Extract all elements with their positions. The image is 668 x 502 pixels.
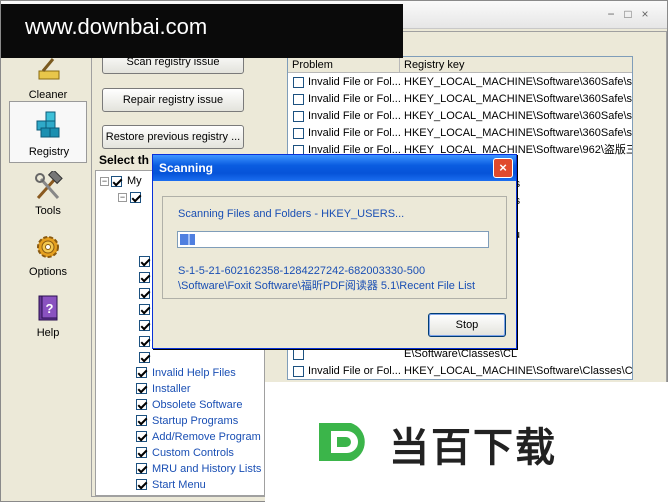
registry-cubes-icon [36,111,60,138]
tree-checkbox[interactable] [139,336,150,347]
close-icon[interactable]: × [638,7,652,21]
tree-collapse-icon[interactable]: − [100,177,109,186]
tree-checkbox[interactable] [136,399,147,410]
sidebar: Cleaner Registry Tools Options ? Help [5,31,91,497]
app-window: − □ × Cleaner Registry Tools Options ? H… [0,0,668,502]
tree-checkbox[interactable] [139,320,150,331]
minimize-icon[interactable]: − [604,7,618,21]
tree-item-label: Obsolete Software [152,399,243,411]
tree-checkbox[interactable] [139,272,150,283]
select-heading: Select th [99,153,150,167]
gear-icon [37,236,59,258]
scan-progress-bar [177,231,489,248]
svg-text:?: ? [46,301,54,316]
table-row[interactable]: Invalid File or Fol... HKEY_LOCAL_MACHINE… [288,125,633,142]
hammer-wrench-icon [35,171,63,200]
sidebar-item-tools[interactable]: Tools [9,165,87,221]
sidebar-item-label: Cleaner [28,89,68,101]
watermark-text: www.downbai.com [25,14,208,39]
tree-collapse-icon[interactable]: − [118,193,127,202]
watermark-banner: www.downbai.com [1,4,403,58]
sidebar-item-label: Options [29,266,67,278]
tree-checkbox[interactable] [139,352,150,363]
stop-button[interactable]: Stop [428,313,506,337]
row-checkbox[interactable] [293,94,304,105]
sidebar-item-options[interactable]: Options [9,226,87,282]
tree-checkbox[interactable] [130,192,141,203]
scanning-dialog: Scanning × Scanning Files and Folders - … [152,154,517,349]
problem-cell: Invalid File or Fol... [308,127,400,139]
brand-text: 当百下载 [389,426,557,470]
tree-checkbox[interactable] [139,304,150,315]
repair-registry-button[interactable]: Repair registry issue [102,88,244,112]
problem-cell: Invalid File or Fol... [308,93,400,105]
row-checkbox[interactable] [293,366,304,377]
tree-checkbox[interactable] [136,415,147,426]
tree-checkbox[interactable] [139,256,150,267]
table-row[interactable]: Invalid File or Fol... HKEY_LOCAL_MACHINE… [288,108,633,125]
tree-checkbox[interactable] [136,463,147,474]
table-row[interactable]: Invalid File or Fol... HKEY_LOCAL_MACHINE… [288,91,633,108]
restore-registry-button[interactable]: Restore previous registry ... [102,125,244,149]
help-book-icon: ? [38,295,58,321]
tree-root-label: My [127,175,142,187]
sidebar-item-label: Help [36,327,60,339]
dialog-close-button[interactable]: × [493,158,513,178]
problem-cell: Invalid File or Fol... [308,365,400,377]
sidebar-item-label: Tools [35,205,61,217]
tree-item-label: Add/Remove Program [152,431,261,443]
tree-item-label: MRU and History Lists [152,463,262,475]
tree-item-label: Installer [152,383,191,395]
progress-fill [180,234,196,245]
row-checkbox[interactable] [293,128,304,139]
scan-path-line-2: \Software\Foxit Software\福昕PDF阅读器 5.1\Re… [178,280,476,292]
maximize-icon[interactable]: □ [621,7,635,21]
sidebar-item-help[interactable]: ? Help [9,287,87,343]
tree-checkbox[interactable] [136,383,147,394]
column-header-registry-key[interactable]: Registry key [400,57,632,73]
registry-key-cell: HKEY_LOCAL_MACHINE\Software\360Safe\sa [404,127,633,139]
broom-icon [38,58,60,80]
restore-registry-label: Restore previous registry ... [105,131,241,143]
tree-item-label: Custom Controls [152,447,234,459]
column-header-problem[interactable]: Problem [288,57,400,73]
tree-item-label: Invalid Help Files [152,367,236,379]
tree-checkbox[interactable] [136,479,147,490]
dialog-title: Scanning [153,155,516,181]
scan-path-line-1: S-1-5-21-602162358-1284227242-682003330-… [178,265,426,277]
brand-logo-icon [319,423,365,461]
sidebar-item-label: Registry [28,146,70,158]
tree-checkbox[interactable] [139,288,150,299]
problem-cell: Invalid File or Fol... [308,76,400,88]
repair-registry-label: Repair registry issue [122,94,224,106]
row-checkbox[interactable] [293,111,304,122]
registry-key-cell: HKEY_LOCAL_MACHINE\Software\360Safe\sa [404,110,633,122]
scan-status-text: Scanning Files and Folders - HKEY_USERS.… [178,208,405,220]
tree-root-checkbox[interactable] [111,176,122,187]
problem-cell: Invalid File or Fol... [308,110,400,122]
registry-key-cell: HKEY_LOCAL_MACHINE\Software\360Safe\sa [404,93,633,105]
tree-checkbox[interactable] [136,367,147,378]
row-checkbox[interactable] [293,349,304,360]
table-row[interactable]: Invalid File or Fol... HKEY_LOCAL_MACHINE… [288,74,633,91]
registry-key-cell: HKEY_LOCAL_MACHINE\Software\Classes\CL [404,365,633,377]
tree-checkbox[interactable] [136,447,147,458]
registry-key-cell: HKEY_LOCAL_MACHINE\Software\360Safe\sa [404,76,633,88]
tree-item-label: Start Menu [152,479,206,491]
row-checkbox[interactable] [293,77,304,88]
table-row[interactable]: Invalid File or Fol... HKEY_LOCAL_MACHINE… [288,363,633,379]
tree-checkbox[interactable] [136,431,147,442]
tree-item-label: Startup Programs [152,415,239,427]
sidebar-item-registry[interactable]: Registry [9,101,87,163]
brand-watermark: 当百下载 [265,382,668,502]
